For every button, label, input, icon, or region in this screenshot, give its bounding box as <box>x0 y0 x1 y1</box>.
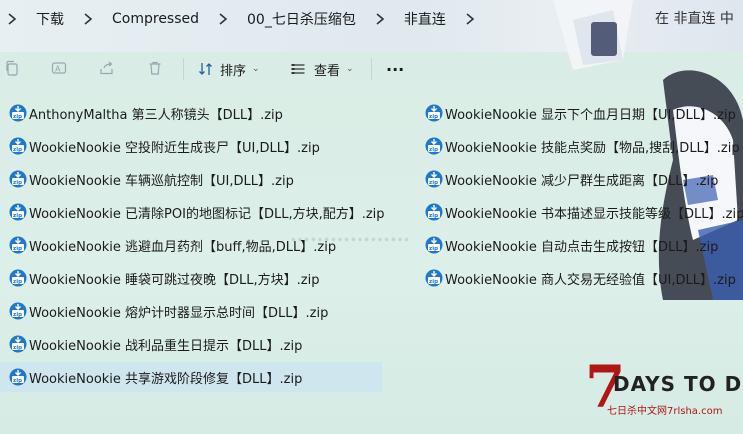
svg-text:zip: zip <box>13 180 22 186</box>
chevron-down-icon: ⌄ <box>346 64 354 74</box>
file-name: WookieNookie 逃避血月药剂【buff,物品,DLL】.zip <box>29 239 337 255</box>
file-name: WookieNookie 熔炉计时器显示总时间【DLL】.zip <box>29 305 329 321</box>
file-item[interactable]: zip WookieNookie 战利品重生日提示【DLL】.zip <box>0 329 380 359</box>
file-name: WookieNookie 自动点击生成按钮【DLL】.zip <box>445 239 719 255</box>
file-item[interactable]: zip WookieNookie 熔炉计时器显示总时间【DLL】.zip <box>0 296 380 326</box>
file-item[interactable]: zip WookieNookie 技能点奖励【物品,搜刮,DLL】.zip <box>416 131 743 161</box>
search-box[interactable]: 在 非直连 中 <box>655 0 734 38</box>
file-name: WookieNookie 已清除POI的地图标记【DLL,方块,配方】.zip <box>29 206 385 222</box>
file-name: WookieNookie 书本描述显示技能等级【DLL】.zip <box>445 206 743 222</box>
zip-icon: zip <box>9 302 27 320</box>
file-item[interactable]: zip WookieNookie 显示下个血月日期【UI,DLL】.zip <box>416 98 743 128</box>
zip-icon: zip <box>9 137 27 155</box>
zip-icon: zip <box>425 236 443 254</box>
breadcrumb-item-compressed[interactable]: Compressed <box>112 11 199 27</box>
file-item[interactable]: zip WookieNookie 睡袋可跳过夜晚【DLL,方块】.zip <box>0 263 380 293</box>
svg-text:zip: zip <box>13 213 22 219</box>
file-item[interactable]: zip WookieNookie 已清除POI的地图标记【DLL,方块,配方】.… <box>0 197 410 227</box>
share-icon[interactable] <box>97 58 117 78</box>
zip-icon: zip <box>425 137 443 155</box>
svg-text:zip: zip <box>13 147 22 153</box>
file-name: WookieNookie 车辆巡航控制【UI,DLL】.zip <box>29 173 294 189</box>
svg-text:zip: zip <box>429 147 438 153</box>
file-name: AnthonyMaltha 第三人称镜头【DLL】.zip <box>29 107 283 123</box>
chevron-right-icon[interactable] <box>217 13 229 25</box>
view-label: 查看 <box>314 63 341 79</box>
file-item-selected[interactable]: zip WookieNookie 共享游戏阶段修复【DLL】.zip <box>0 362 382 392</box>
chevron-right-icon[interactable] <box>464 13 476 25</box>
breadcrumb: 下载 Compressed 00_七日杀压缩包 非直连 <box>0 0 743 38</box>
copy-icon[interactable] <box>2 58 22 78</box>
sort-button[interactable]: 排序 ⌄ <box>198 56 260 82</box>
svg-text:zip: zip <box>429 279 438 285</box>
view-icon <box>290 61 306 77</box>
more-options-button[interactable]: ··· <box>386 56 404 82</box>
svg-text:zip: zip <box>13 312 22 318</box>
zip-icon: zip <box>9 236 27 254</box>
file-name: WookieNookie 显示下个血月日期【UI,DLL】.zip <box>445 107 736 123</box>
file-item[interactable]: zip WookieNookie 空投附近生成丧尸【UI,DLL】.zip <box>0 131 380 161</box>
file-item[interactable]: zip WookieNookie 自动点击生成按钮【DLL】.zip <box>416 230 743 260</box>
svg-text:zip: zip <box>429 114 438 120</box>
zip-icon: zip <box>9 104 27 122</box>
file-item[interactable]: zip WookieNookie 减少尸群生成距离【DLL】.zip <box>416 164 743 194</box>
chevron-right-icon[interactable] <box>82 13 94 25</box>
file-name: WookieNookie 商人交易无经验值【UI,DLL】.zip <box>445 272 736 288</box>
view-button[interactable]: 查看 ⌄ <box>290 56 354 82</box>
file-name: WookieNookie 技能点奖励【物品,搜刮,DLL】.zip <box>445 140 740 156</box>
svg-text:zip: zip <box>429 180 438 186</box>
file-name: WookieNookie 空投附近生成丧尸【UI,DLL】.zip <box>29 140 320 156</box>
7dtd-logo: 7 DAYS TO DIE 七日杀中文网7rlsha.com <box>585 353 743 421</box>
zip-icon: zip <box>9 335 27 353</box>
toolbar-divider <box>183 58 184 80</box>
zip-icon: zip <box>9 269 27 287</box>
file-item[interactable]: zip WookieNookie 书本描述显示技能等级【DLL】.zip <box>416 197 743 227</box>
file-item[interactable]: zip AnthonyMaltha 第三人称镜头【DLL】.zip <box>0 98 380 128</box>
zip-icon: zip <box>9 368 27 386</box>
file-name: WookieNookie 战利品重生日提示【DLL】.zip <box>29 338 303 354</box>
zip-icon: zip <box>9 170 27 188</box>
file-item[interactable]: zip WookieNookie 逃避血月药剂【buff,物品,DLL】.zip <box>0 230 380 260</box>
sort-icon <box>198 61 214 77</box>
svg-text:zip: zip <box>13 345 22 351</box>
toolbar-divider <box>371 58 372 80</box>
chevron-right-icon[interactable] <box>374 13 386 25</box>
svg-text:A: A <box>55 65 61 74</box>
file-item[interactable]: zip WookieNookie 车辆巡航控制【UI,DLL】.zip <box>0 164 380 194</box>
file-name: WookieNookie 减少尸群生成距离【DLL】.zip <box>445 173 719 189</box>
zip-icon: zip <box>425 104 443 122</box>
svg-text:zip: zip <box>13 114 22 120</box>
svg-text:zip: zip <box>13 378 22 384</box>
zip-icon: zip <box>425 170 443 188</box>
zip-icon: zip <box>9 203 27 221</box>
svg-text:zip: zip <box>13 279 22 285</box>
svg-text:zip: zip <box>429 213 438 219</box>
chevron-right-icon[interactable] <box>6 13 18 25</box>
command-bar: A 排序 ⌄ 查看 ⌄ ··· <box>0 52 743 84</box>
svg-text:zip: zip <box>13 246 22 252</box>
breadcrumb-item-7dtd-archives[interactable]: 00_七日杀压缩包 <box>247 9 356 29</box>
sort-label: 排序 <box>220 63 247 79</box>
breadcrumb-item-downloads[interactable]: 下载 <box>36 9 64 29</box>
svg-text:zip: zip <box>429 246 438 252</box>
breadcrumb-item-current-folder[interactable]: 非直连 <box>404 9 446 29</box>
file-item[interactable]: zip WookieNookie 商人交易无经验值【UI,DLL】.zip <box>416 263 743 293</box>
rename-icon[interactable]: A <box>49 58 69 78</box>
file-name: WookieNookie 共享游戏阶段修复【DLL】.zip <box>29 371 303 387</box>
zip-icon: zip <box>425 203 443 221</box>
zip-icon: zip <box>425 269 443 287</box>
delete-icon[interactable] <box>145 58 165 78</box>
file-name: WookieNookie 睡袋可跳过夜晚【DLL,方块】.zip <box>29 272 320 288</box>
chevron-down-icon: ⌄ <box>252 64 260 74</box>
